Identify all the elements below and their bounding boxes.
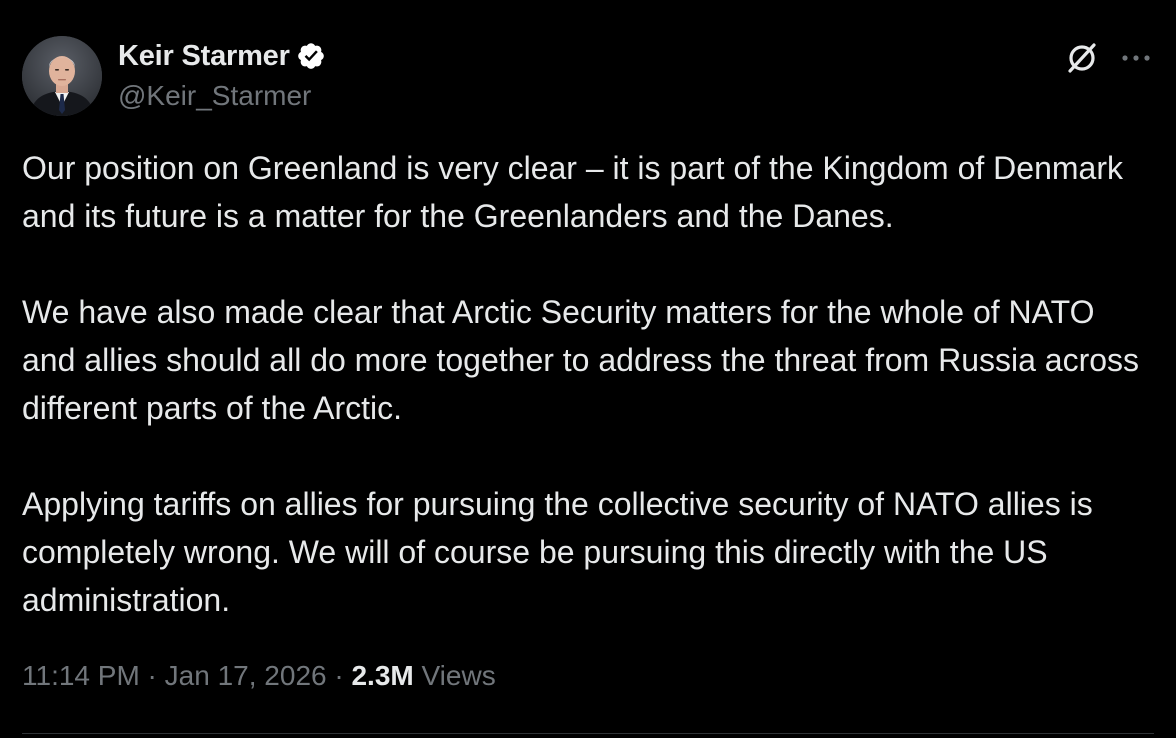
tweet-text: Our position on Greenland is very clear … xyxy=(22,144,1152,624)
author-display-name[interactable]: Keir Starmer xyxy=(118,40,290,73)
tweet-meta: 11:14 PM · Jan 17, 2026 · 2.3M Views xyxy=(22,660,496,692)
meta-separator: · xyxy=(326,660,352,691)
tweet-paragraph: Our position on Greenland is very clear … xyxy=(22,150,1123,234)
avatar-image xyxy=(22,36,102,116)
author-handle[interactable]: @Keir_Starmer xyxy=(118,80,311,112)
divider xyxy=(22,733,1154,734)
tweet-date[interactable]: Jan 17, 2026 xyxy=(165,660,327,691)
views-count[interactable]: 2.3M xyxy=(351,660,413,691)
author-name-row: Keir Starmer xyxy=(118,38,326,74)
grok-button[interactable] xyxy=(1062,38,1102,78)
more-options-icon xyxy=(1122,55,1150,61)
grok-icon xyxy=(1068,43,1096,73)
tweet-time[interactable]: 11:14 PM xyxy=(22,660,140,691)
meta-separator: · xyxy=(139,660,165,691)
tweet-paragraph: Applying tariffs on allies for pursuing … xyxy=(22,486,1093,618)
views-label[interactable]: Views xyxy=(422,660,496,691)
verified-badge-icon[interactable] xyxy=(296,41,326,71)
avatar[interactable] xyxy=(22,36,102,116)
more-options-button[interactable] xyxy=(1116,40,1156,76)
tweet-paragraph: We have also made clear that Arctic Secu… xyxy=(22,294,1140,426)
tweet-card: Keir Starmer @Keir_Starmer Our position … xyxy=(0,0,1176,738)
